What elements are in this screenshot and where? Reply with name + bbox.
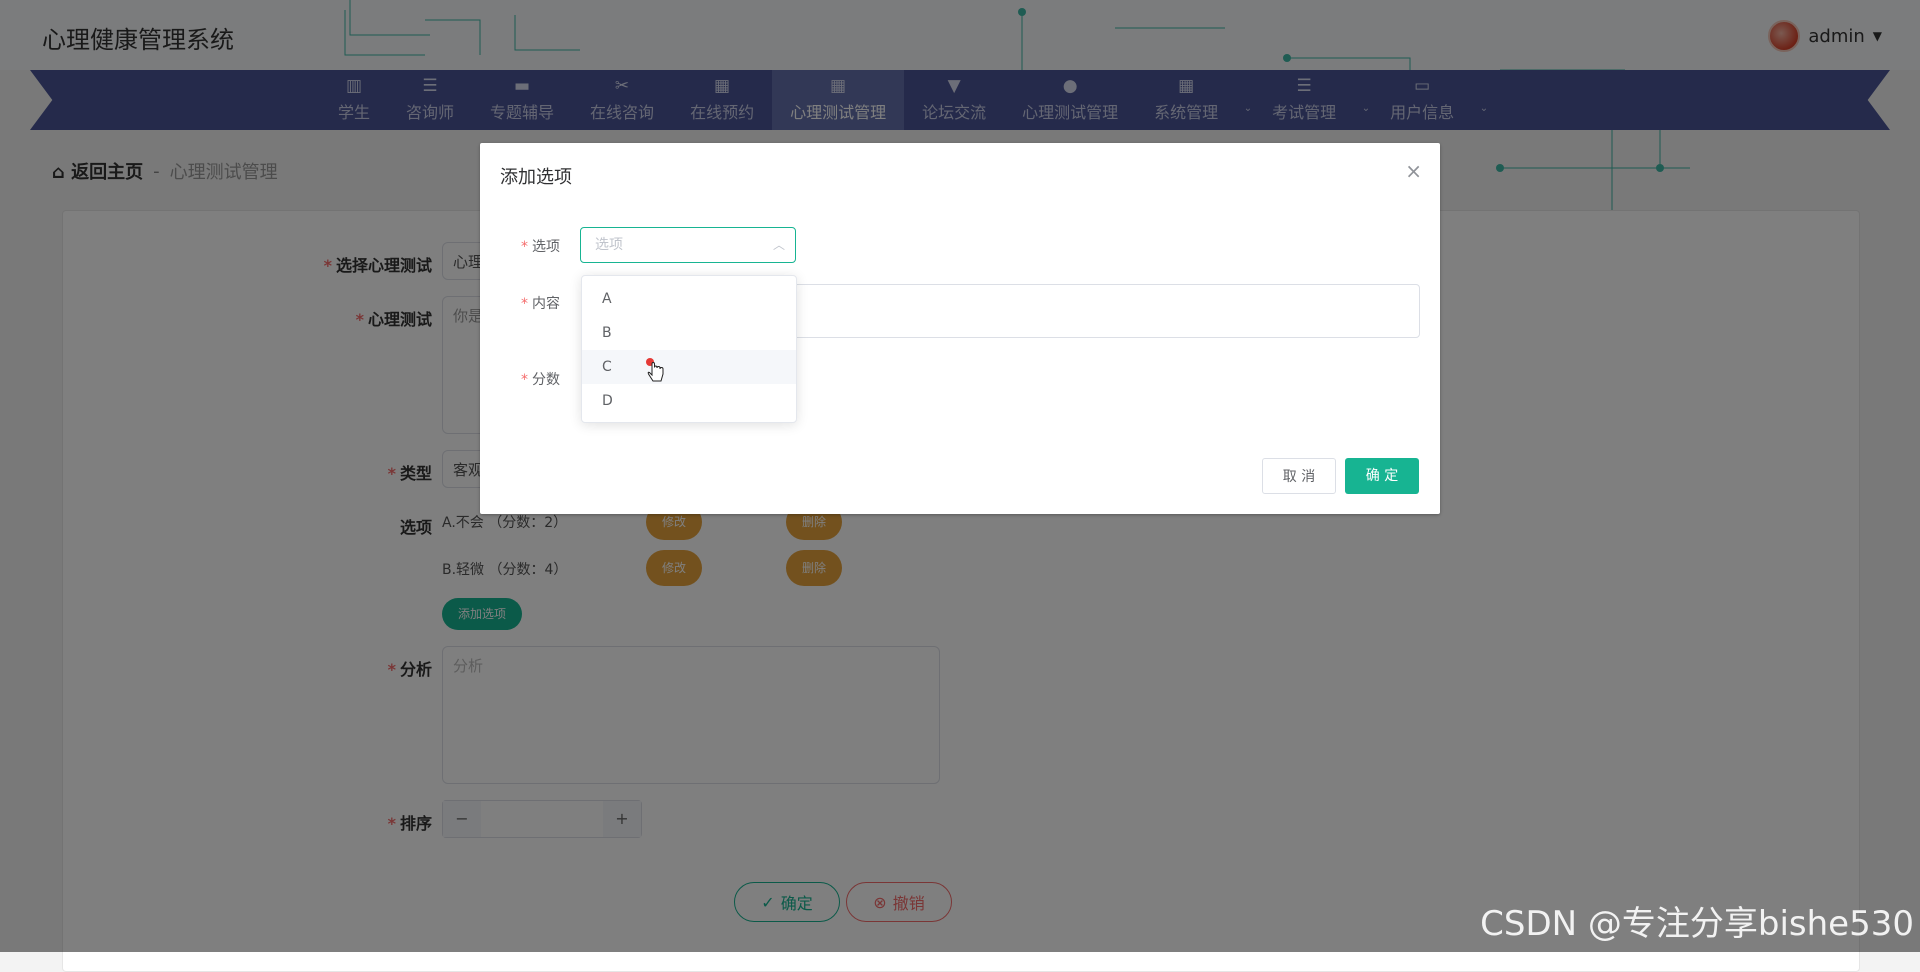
- dialog-score-label: * 分数: [521, 372, 560, 388]
- dropdown-item-b[interactable]: B: [582, 316, 796, 350]
- dropdown-item-c[interactable]: C: [582, 350, 796, 384]
- dialog-content-label: * 内容: [521, 296, 560, 312]
- hand-cursor-icon: [646, 358, 664, 382]
- close-icon[interactable]: ×: [1405, 159, 1422, 183]
- dropdown-item-d[interactable]: D: [582, 384, 796, 418]
- watermark: CSDN @专注分享bishe530: [1480, 904, 1914, 944]
- chevron-up-icon: ︿: [772, 238, 785, 252]
- dialog-option-label: * 选项: [521, 239, 560, 255]
- option-select[interactable]: 选项 ︿: [580, 227, 796, 263]
- dropdown-item-a[interactable]: A: [582, 282, 796, 316]
- content-textarea[interactable]: [770, 284, 1420, 338]
- option-select-placeholder: 选项: [595, 237, 623, 253]
- option-dropdown: A B C D: [581, 275, 797, 423]
- dialog-confirm-button[interactable]: 确 定: [1345, 458, 1419, 494]
- dialog-title: 添加选项: [500, 167, 572, 188]
- dialog-cancel-button[interactable]: 取 消: [1262, 458, 1336, 494]
